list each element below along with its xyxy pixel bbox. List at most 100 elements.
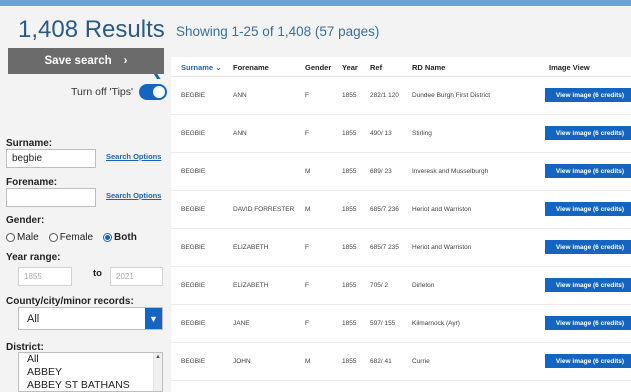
cell-rd-name: Stirling <box>412 130 432 137</box>
year-range-label: Year range: <box>6 252 61 263</box>
column-header-forename[interactable]: Forename <box>233 63 269 72</box>
cell-surname: BEGBIE <box>181 130 206 137</box>
view-image-button[interactable]: View image (6 credits) <box>545 240 631 254</box>
cell-ref: 705/ 2 <box>370 282 389 289</box>
cell-ref: 685/7 235 <box>370 244 399 251</box>
district-option[interactable]: ABBEY <box>19 366 162 379</box>
gender-radio-group: Male Female Both <box>6 232 137 243</box>
district-option[interactable]: ABBEY ST BATHANS <box>19 379 162 391</box>
cell-year: 1855 <box>342 244 357 251</box>
cell-gender: M <box>305 206 311 213</box>
view-image-button[interactable]: View image (6 credits) <box>545 278 631 292</box>
cell-gender: F <box>305 320 309 327</box>
county-select[interactable]: All ▼ <box>18 307 163 330</box>
cell-gender: F <box>305 92 309 99</box>
radio-circle-icon <box>48 233 58 242</box>
year-from-input[interactable]: 1855 <box>18 267 72 286</box>
cell-rd-name: Dirleton <box>412 282 435 289</box>
cell-surname: BEGBIE <box>181 168 206 175</box>
district-listbox[interactable]: All ABBEY ABBEY ST BATHANS ▲ <box>18 352 163 392</box>
cell-forename: ELIZABETH <box>233 244 269 251</box>
results-count-title: 1,408 Results <box>18 16 165 43</box>
cell-forename: JANE <box>233 320 250 327</box>
column-header-ref[interactable]: Ref <box>370 63 382 72</box>
view-image-button[interactable]: View image (6 credits) <box>545 164 631 178</box>
cell-gender: M <box>305 168 311 175</box>
gender-female-label: Female <box>59 232 94 243</box>
tips-toggle[interactable] <box>139 84 167 100</box>
forename-label: Forename: <box>6 177 58 188</box>
table-row: BEGBIE ANN F 1855 490/ 13 Stirling View image … <box>171 115 631 153</box>
table-row: BEGBIE JOHN M 1855 682/ 41 Currie View image (… <box>171 343 631 381</box>
cell-ref: 685/7 236 <box>370 206 399 213</box>
gender-male-radio[interactable]: Male <box>6 232 39 243</box>
cell-forename: ANN <box>233 92 247 99</box>
cell-surname: BEGBIE <box>181 320 206 327</box>
cell-year: 1855 <box>342 282 357 289</box>
cell-rd-name: Heriot and Warriston <box>412 244 472 251</box>
scroll-up-icon[interactable]: ▲ <box>155 354 161 360</box>
cell-forename: ANN <box>233 130 247 137</box>
table-row: BEGBIE DAVID FORRESTER M 1855 685/7 236 Herio… <box>171 191 631 229</box>
view-image-button[interactable]: View image (6 credits) <box>545 88 631 102</box>
district-option[interactable]: All <box>19 353 162 366</box>
cell-year: 1855 <box>342 168 357 175</box>
column-header-rd-name[interactable]: RD Name <box>412 63 445 72</box>
gender-male-label: Male <box>17 232 39 243</box>
surname-search-options-link[interactable]: Search Options <box>106 152 161 161</box>
cell-rd-name: Currie <box>412 358 430 365</box>
cell-forename: DAVID FORRESTER <box>233 206 295 213</box>
gender-both-radio[interactable]: Both <box>103 232 137 243</box>
cell-year: 1855 <box>342 206 357 213</box>
column-header-gender[interactable]: Gender <box>305 63 331 72</box>
table-header-row: Surname ⌄ Forename Gender Year Ref RD Na… <box>171 57 631 77</box>
year-to-input[interactable]: 2021 <box>110 267 163 286</box>
cell-rd-name: Heriot and Warriston <box>412 206 472 213</box>
cell-surname: BEGBIE <box>181 92 206 99</box>
cell-gender: F <box>305 282 309 289</box>
surname-input[interactable]: begbie <box>6 149 96 168</box>
cell-year: 1855 <box>342 92 357 99</box>
view-image-button[interactable]: View image (6 credits) <box>545 354 631 368</box>
radio-circle-icon <box>6 233 15 242</box>
pagination-summary: Showing 1-25 of 1,408 (57 pages) <box>176 24 380 39</box>
cell-year: 1855 <box>342 358 357 365</box>
table-row: BEGBIE ELIZABETH F 1855 705/ 2 Dirleton View i… <box>171 267 631 305</box>
cell-surname: BEGBIE <box>181 358 206 365</box>
column-header-image-view: Image View <box>549 63 590 72</box>
cell-forename: JOHN <box>233 358 251 365</box>
chevron-down-icon[interactable]: ▼ <box>145 308 162 329</box>
cell-ref: 689/ 23 <box>370 168 392 175</box>
cell-year: 1855 <box>342 130 357 137</box>
column-header-surname[interactable]: Surname ⌄ <box>181 63 222 72</box>
view-image-button[interactable]: View image (6 credits) <box>545 126 631 140</box>
surname-label: Surname: <box>6 138 53 149</box>
save-search-button[interactable]: Save search › <box>8 48 164 74</box>
cell-gender: M <box>305 358 311 365</box>
chevron-right-icon: › <box>123 55 128 67</box>
column-header-year[interactable]: Year <box>342 63 358 72</box>
cell-ref: 597/ 155 <box>370 320 396 327</box>
cell-ref: 682/ 41 <box>370 358 392 365</box>
cell-gender: F <box>305 244 309 251</box>
sort-down-icon: ⌄ <box>215 63 222 72</box>
year-to-label: to <box>93 268 102 279</box>
tips-label: Turn off 'Tips' <box>71 86 133 98</box>
cell-forename: ELIZABETH <box>233 282 269 289</box>
cell-surname: BEGBIE <box>181 206 206 213</box>
forename-input[interactable] <box>6 188 96 207</box>
forename-search-options-link[interactable]: Search Options <box>106 191 161 200</box>
save-search-label: Save search <box>44 55 112 67</box>
table-row: BEGBIE JANE F 1855 597/ 155 Kilmarnock (Ayr) V… <box>171 305 631 343</box>
cell-rd-name: Kilmarnock (Ayr) <box>412 320 460 327</box>
gender-female-radio[interactable]: Female <box>48 232 94 243</box>
cell-gender: F <box>305 130 309 137</box>
results-header: 1,408 Results Showing 1-25 of 1,408 (57 … <box>0 6 631 52</box>
radio-checked-icon <box>103 233 113 242</box>
cell-year: 1855 <box>342 320 357 327</box>
view-image-button[interactable]: View image (6 credits) <box>545 316 631 330</box>
table-row: BEGBIE M 1855 689/ 23 Inveresk and Musselbur… <box>171 153 631 191</box>
cell-surname: BEGBIE <box>181 282 206 289</box>
view-image-button[interactable]: View image (6 credits) <box>545 202 631 216</box>
district-scrollbar[interactable]: ▲ <box>153 353 162 391</box>
